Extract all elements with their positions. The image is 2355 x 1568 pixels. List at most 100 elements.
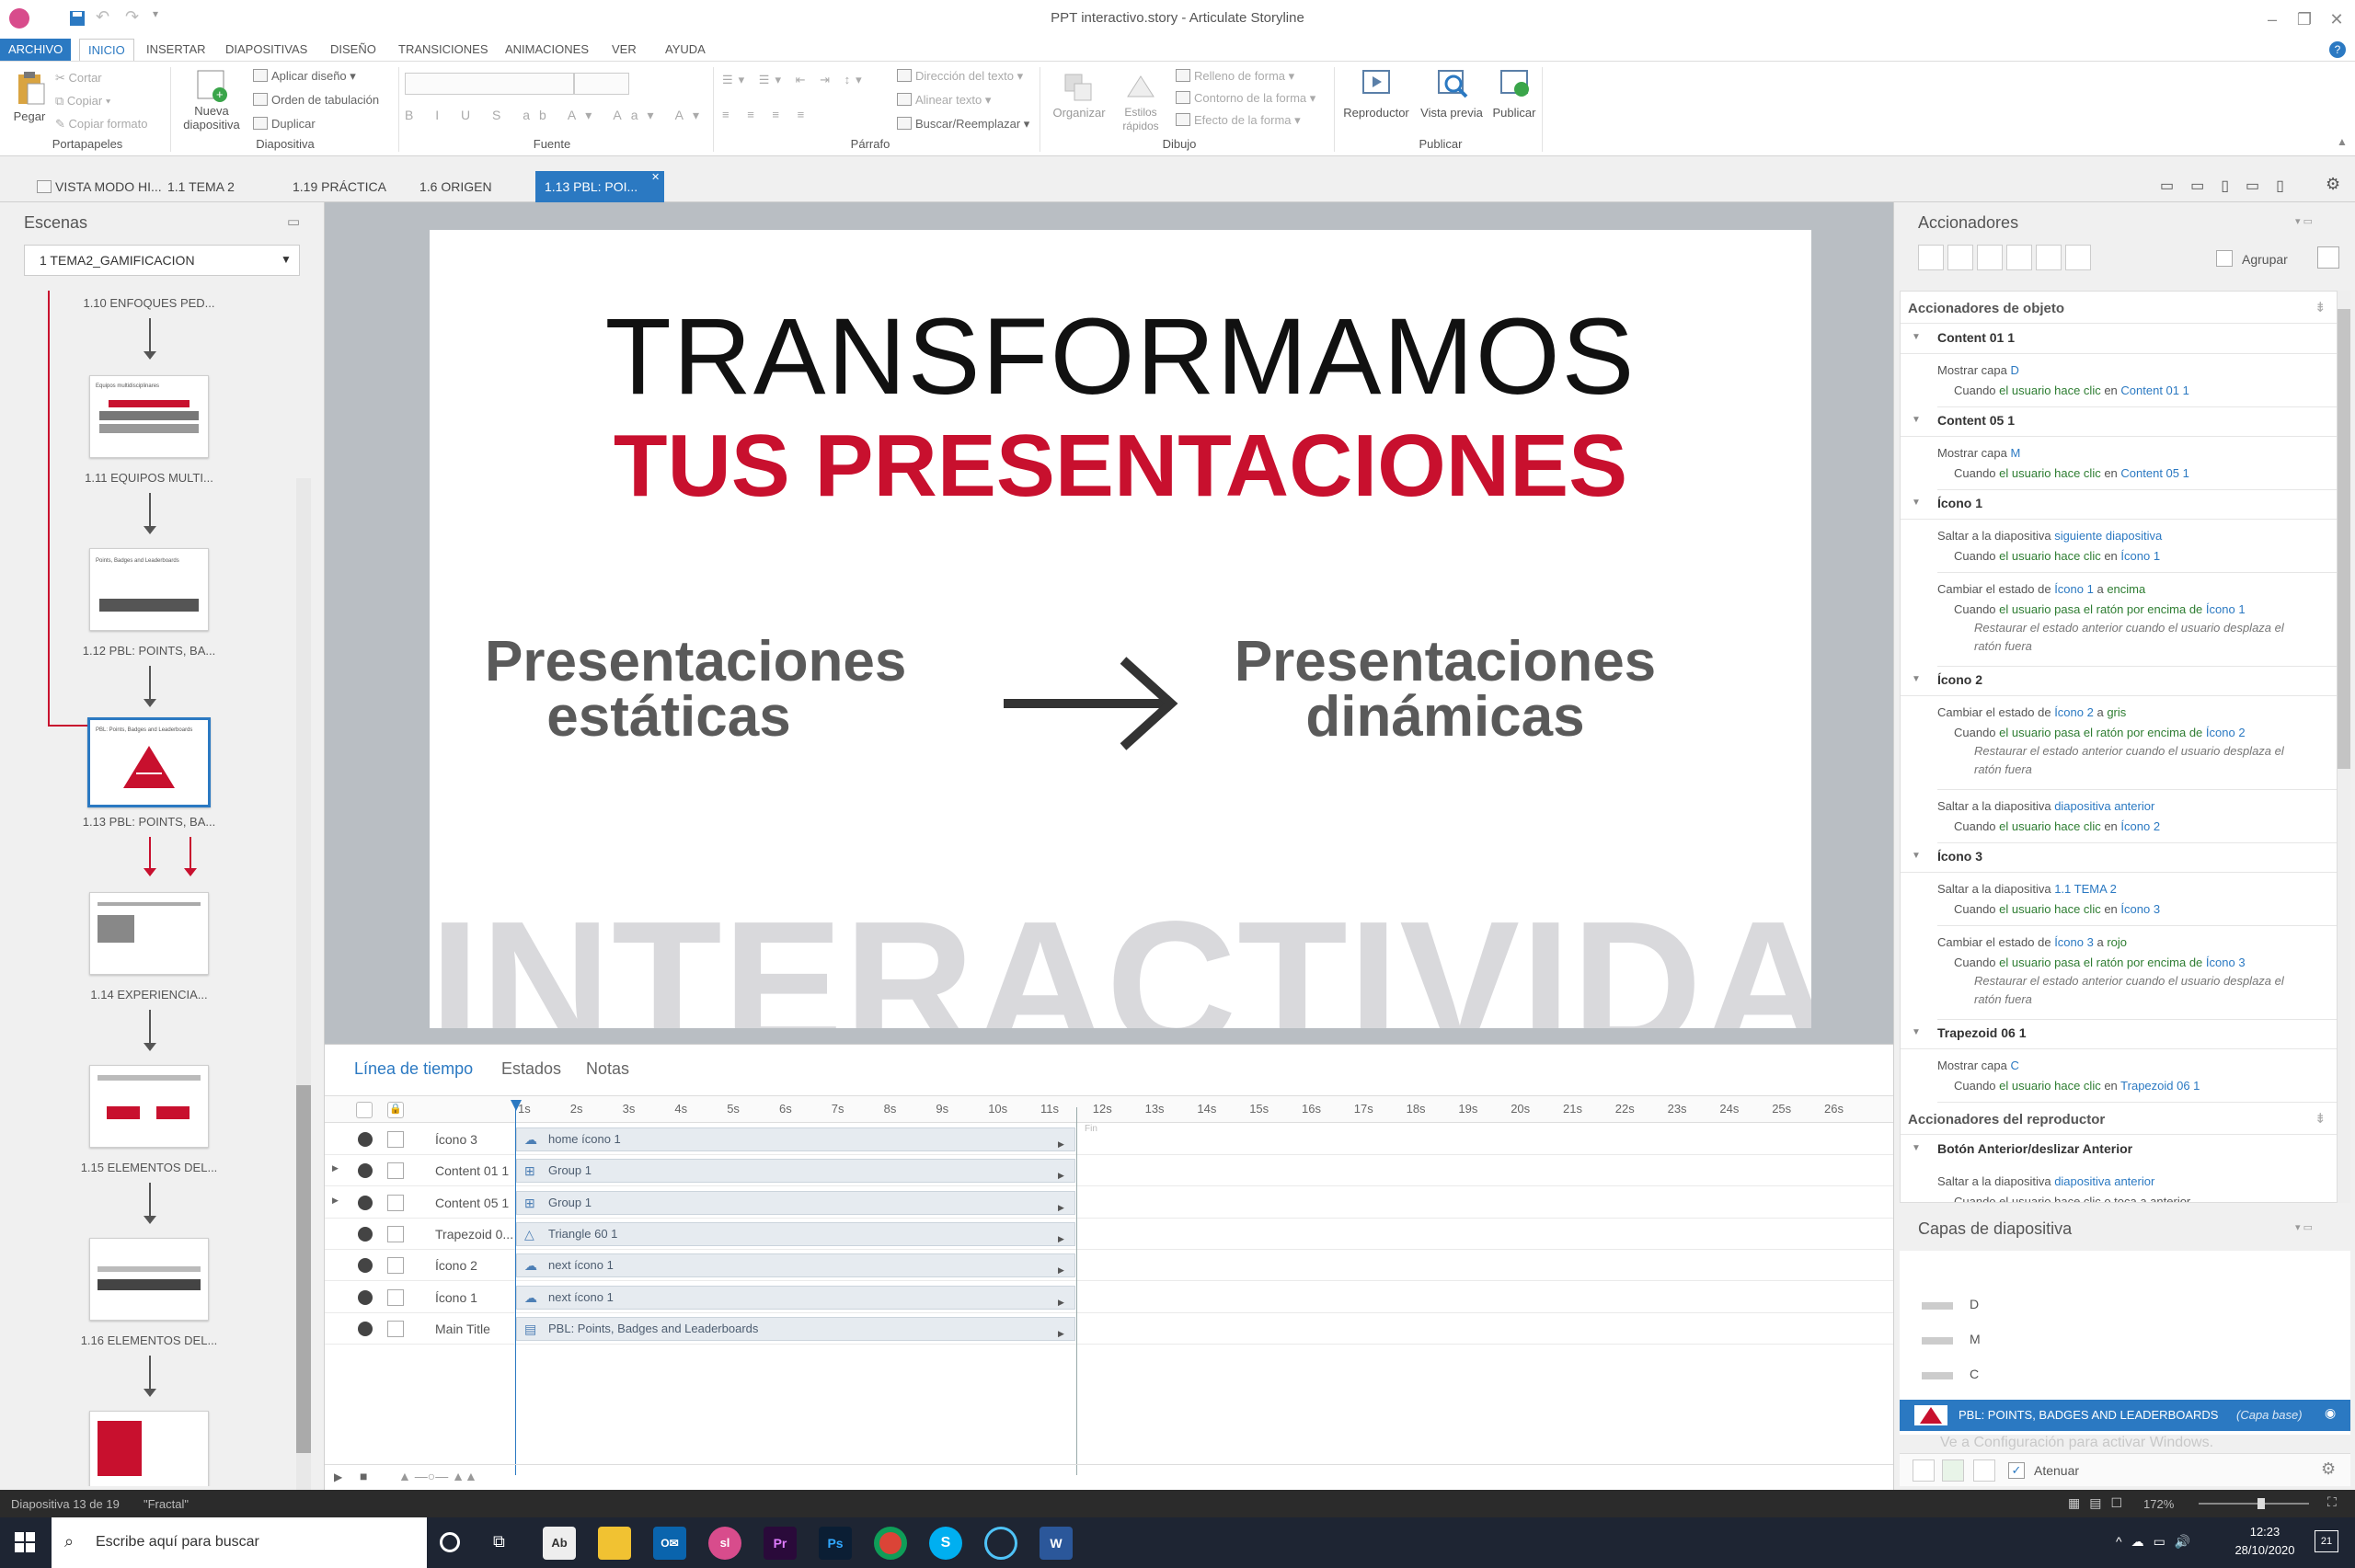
publish-button[interactable]: Publicar — [1485, 67, 1544, 133]
skype-icon[interactable]: S — [929, 1527, 962, 1560]
panel-menu-icon[interactable]: ▾ ▭ — [2295, 1221, 2313, 1233]
shape-effect-button[interactable]: Efecto de la forma ▾ — [1176, 113, 1301, 128]
lock-checkbox[interactable] — [387, 1225, 404, 1242]
zoom-slider-thumb[interactable] — [2257, 1498, 2265, 1509]
paste-button[interactable]: Pegar — [9, 69, 50, 133]
timeline-bar[interactable]: ⊞ Group 1 ▶ — [516, 1159, 1075, 1184]
menu-diapositivas[interactable]: DIAPOSITIVAS — [217, 39, 316, 61]
copy-trigger-icon[interactable] — [1977, 245, 2003, 270]
maximize-icon[interactable]: ❐ — [2291, 7, 2318, 31]
expand-icon[interactable]: ▶ — [332, 1196, 339, 1206]
lock-checkbox[interactable] — [387, 1131, 404, 1148]
close-tab-icon[interactable]: ✕ — [651, 171, 660, 183]
trigger-item[interactable]: Saltar a la diapositiva diapositiva ante… — [1901, 790, 2337, 843]
layer-settings-gear-icon[interactable]: ⚙ — [2321, 1459, 2336, 1479]
scene-selector[interactable]: 1 TEMA2_GAMIFICACION ▼ — [24, 245, 300, 276]
lock-checkbox[interactable] — [387, 1288, 404, 1306]
dim-checkbox[interactable]: ✓ — [2008, 1462, 2025, 1479]
bar-end-arrow-icon[interactable]: ▶ — [1058, 1228, 1064, 1250]
menu-inicio[interactable]: INICIO — [79, 39, 134, 61]
base-layer-row[interactable]: PBL: POINTS, BADGES AND LEADERBOARDS (Ca… — [1900, 1400, 2350, 1431]
notification-icon[interactable]: 21 — [2315, 1530, 2338, 1552]
chevron-down-icon[interactable]: ▼ — [1912, 498, 1921, 508]
lock-icon[interactable]: 🔒 — [387, 1102, 404, 1118]
left-text[interactable]: Presentaciones estáticas — [485, 634, 906, 746]
timeline-bar[interactable]: ⊞ Group 1 ▶ — [516, 1190, 1075, 1215]
tab-notes[interactable]: Notas — [586, 1059, 629, 1079]
lock-checkbox[interactable] — [387, 1194, 404, 1211]
close-icon[interactable]: ✕ — [2323, 7, 2350, 31]
arrange-button[interactable]: Organizar — [1049, 69, 1109, 135]
help-icon[interactable]: ? — [2329, 41, 2346, 58]
panel-undock-icon[interactable]: ▭ — [287, 213, 300, 230]
list-tools[interactable]: ☰▾ ☰▾ ⇤ ⇥ ↕▾ — [722, 73, 867, 87]
tab-tema2[interactable]: 1.1 TEMA 2 — [158, 171, 244, 202]
bar-end-arrow-icon[interactable]: ▶ — [1058, 1259, 1064, 1281]
duplicate-layer-icon[interactable] — [1942, 1459, 1964, 1482]
eye-icon[interactable] — [358, 1132, 373, 1147]
right-arrow-icon[interactable] — [1000, 653, 1184, 754]
photoshop-icon[interactable]: Ps — [819, 1527, 852, 1560]
tab-practica[interactable]: 1.19 PRÁCTICA — [283, 171, 396, 202]
word-icon[interactable]: W — [1040, 1527, 1073, 1560]
menu-animaciones[interactable]: ANIMACIONES — [497, 39, 597, 61]
eye-icon[interactable] — [358, 1163, 373, 1179]
timeline-row[interactable]: Ícono 2 ☁ next ícono 1 ▶ — [325, 1250, 1893, 1282]
slide-title-line1[interactable]: TRANSFORMAMOS — [430, 294, 1811, 419]
trigger-group[interactable]: ▼ Trapezoid 06 1 — [1901, 1020, 2337, 1049]
trigger-item[interactable]: Cambiar el estado de Ícono 1 a encima Cua… — [1901, 573, 2337, 667]
trigger-item[interactable]: Mostrar capa C Cuando el usuario hace cli… — [1901, 1049, 2337, 1103]
expand-icon[interactable]: ▶ — [332, 1163, 339, 1173]
menu-ver[interactable]: VER — [603, 39, 645, 61]
bar-end-arrow-icon[interactable]: ▶ — [1058, 1133, 1064, 1155]
view-icons[interactable]: ▦▤☐ — [2068, 1495, 2131, 1511]
timeline-scrollbar[interactable] — [435, 1045, 436, 1046]
lock-checkbox[interactable] — [387, 1162, 404, 1180]
bar-end-arrow-icon[interactable]: ▶ — [1058, 1322, 1064, 1345]
timeline-row[interactable]: Ícono 1 ☁ next ícono 1 ▶ — [325, 1282, 1893, 1313]
chevron-down-icon[interactable]: ▼ — [1912, 415, 1921, 425]
settings-gear-icon[interactable]: ⚙ — [2326, 175, 2340, 194]
file-explorer-icon[interactable] — [598, 1527, 631, 1560]
eye-icon[interactable] — [358, 1258, 373, 1274]
tab-states[interactable]: Estados — [501, 1059, 561, 1079]
new-layer-icon[interactable] — [1913, 1459, 1935, 1482]
trigger-group[interactable]: ▼ Content 01 1 — [1901, 325, 2337, 354]
edit-trigger-icon[interactable] — [1947, 245, 1973, 270]
shape-fill-button[interactable]: Relleno de forma ▾ — [1176, 69, 1294, 84]
zoom-slider[interactable] — [2199, 1498, 2309, 1509]
windows-start-icon[interactable] — [15, 1532, 35, 1552]
fit-icon[interactable]: ⛶ — [2327, 1494, 2337, 1510]
timeline-row[interactable]: Trapezoid 0... △ Triangle 60 1 ▶ — [325, 1219, 1893, 1250]
chrome-icon[interactable] — [874, 1527, 907, 1560]
trigger-item[interactable]: Cambiar el estado de Ícono 2 a gris Cuand… — [1901, 696, 2337, 790]
timeline-bar[interactable]: ☁ next ícono 1 ▶ — [516, 1285, 1075, 1313]
timeline-row[interactable]: Main Title ▤ PBL: Points, Badges and Leade… — [325, 1313, 1893, 1345]
eye-icon[interactable] — [358, 1289, 373, 1305]
view-modes[interactable]: ▭▭▯▭▯ — [2160, 177, 2301, 195]
collapse-ribbon-icon[interactable]: ▲ — [2337, 135, 2348, 148]
move-trigger-icon[interactable] — [2065, 245, 2091, 270]
bar-end-arrow-icon[interactable]: ▶ — [1058, 1291, 1064, 1313]
tab-story-view[interactable]: VISTA MODO HI... — [28, 171, 171, 202]
timeline-bar[interactable]: △ Triangle 60 1 ▶ — [516, 1221, 1075, 1246]
trigger-group[interactable]: ▼ Ícono 2 — [1901, 667, 2337, 696]
chevron-down-icon[interactable]: ▼ — [1912, 851, 1921, 861]
collapse-icon[interactable]: ⇟ — [2315, 1110, 2326, 1127]
chevron-down-icon[interactable]: ▼ — [1912, 332, 1921, 342]
apply-layout-button[interactable]: Aplicar diseño ▾ — [253, 69, 356, 84]
tab-pbl[interactable]: 1.13 PBL: POI... — [535, 171, 664, 202]
chevron-down-icon[interactable]: ▼ — [1912, 1027, 1921, 1037]
trigger-item[interactable]: Saltar a la diapositiva siguiente diapos… — [1901, 520, 2337, 573]
timeline-row[interactable]: ▶ Content 01 1 ⊞ Group 1 ▶ — [325, 1155, 1893, 1187]
menu-archivo[interactable]: ARCHIVO — [0, 39, 72, 61]
format-painter-button[interactable]: ✎ Copiar formato — [55, 117, 148, 132]
timeline-bar[interactable]: ☁ home ícono 1 ▶ — [516, 1127, 1075, 1151]
cortana-icon[interactable] — [440, 1532, 460, 1552]
new-trigger-icon[interactable] — [1918, 245, 1944, 270]
tab-timeline[interactable]: Línea de tiempo — [354, 1059, 473, 1079]
lock-checkbox[interactable] — [387, 1320, 404, 1337]
text-direction-button[interactable]: Dirección del texto ▾ — [897, 69, 1023, 84]
cut-button[interactable]: ✂ Cortar — [55, 71, 102, 86]
group-checkbox[interactable] — [2216, 250, 2233, 267]
